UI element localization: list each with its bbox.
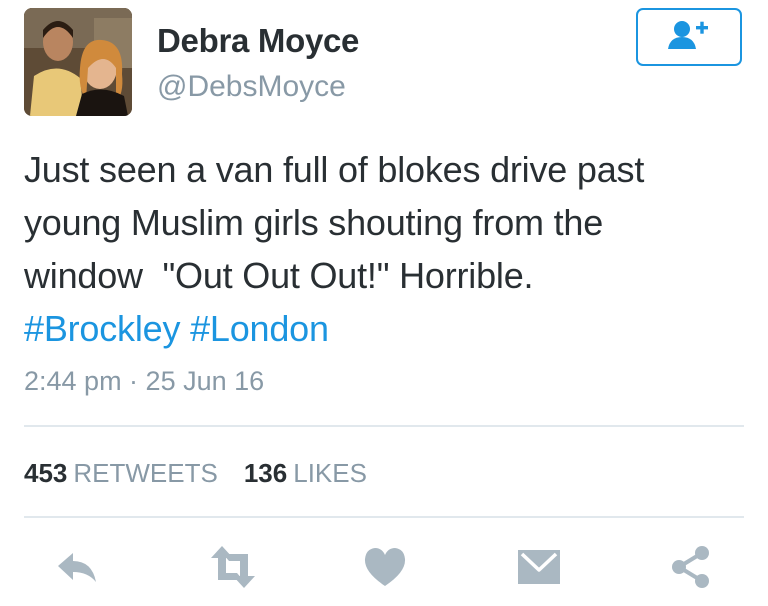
tweet-timestamp[interactable]: 2:44 pm · 25 Jun 16	[24, 366, 264, 397]
user-display-name[interactable]: Debra Moyce	[157, 22, 359, 60]
likes-label: LIKES	[293, 458, 367, 488]
tweet-text-line: Just seen a van full of blokes drive pas…	[24, 149, 645, 190]
user-handle[interactable]: @DebsMoyce	[157, 70, 346, 104]
tweet-text-line: window "Out Out Out!" Horrible.	[24, 255, 534, 296]
likes-count: 136	[243, 458, 288, 488]
retweets-label: RETWEETS	[73, 458, 218, 488]
avatar[interactable]	[24, 8, 132, 116]
retweets-stat[interactable]: 453 RETWEETS	[24, 458, 244, 488]
divider	[24, 516, 744, 518]
tweet-stats: 453 RETWEETS 136 LIKES	[24, 458, 393, 489]
direct-message-icon[interactable]	[516, 544, 562, 590]
hashtags-line: #Brockley #London	[24, 302, 754, 355]
likes-stat[interactable]: 136 LIKES	[244, 458, 393, 488]
retweets-count: 453	[24, 458, 68, 488]
retweet-icon[interactable]	[207, 544, 255, 590]
like-icon[interactable]	[362, 544, 408, 590]
share-icon[interactable]	[668, 544, 714, 590]
divider	[24, 425, 744, 427]
tweet-text: Just seen a van full of blokes drive pas…	[24, 143, 754, 355]
add-user-icon	[666, 19, 712, 56]
hashtag-brockley[interactable]: #Brockley	[24, 308, 180, 349]
hashtag-london[interactable]: #London	[190, 308, 329, 349]
follow-button[interactable]	[636, 8, 742, 66]
reply-icon[interactable]	[54, 544, 100, 590]
tweet-text-line: young Muslim girls shouting from the	[24, 202, 604, 243]
